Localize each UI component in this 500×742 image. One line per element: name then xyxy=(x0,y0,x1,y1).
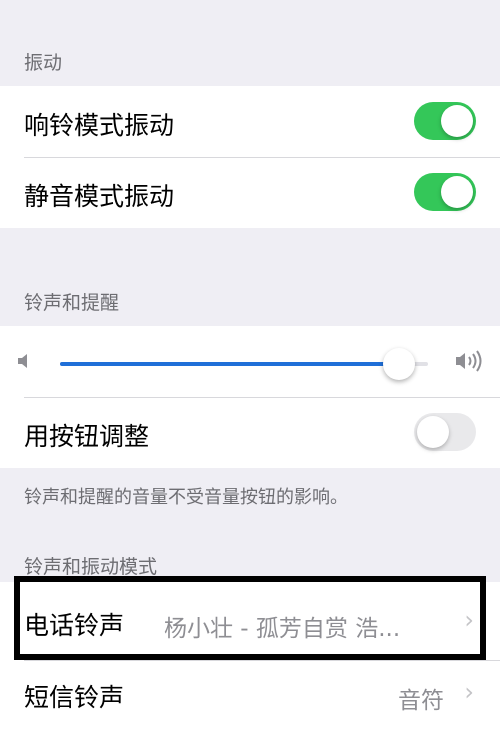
silent-vibrate-row[interactable]: 静音模式振动 xyxy=(0,157,500,228)
ringer-footer-note: 铃声和提醒的音量不受音量按钮的影响。 xyxy=(24,487,348,508)
ringer-group: 用按钮调整 xyxy=(0,326,500,468)
toggle-knob xyxy=(441,176,473,208)
text-tone-label: 短信铃声 xyxy=(24,683,125,712)
chevron-right-icon: › xyxy=(464,678,474,706)
section-header-patterns: 铃声和振动模式 xyxy=(24,556,158,578)
volume-slider-thumb[interactable] xyxy=(382,348,415,380)
text-tone-row[interactable]: 短信铃声 音符 › xyxy=(0,660,500,736)
adjust-buttons-toggle[interactable] xyxy=(414,413,476,451)
speaker-low-icon xyxy=(18,354,27,368)
section-header-vibration: 振动 xyxy=(24,52,63,74)
section-header-ringer: 铃声和提醒 xyxy=(24,292,120,314)
ring-vibrate-toggle[interactable] xyxy=(414,102,476,140)
speaker-high-icon xyxy=(456,350,482,372)
highlight-box xyxy=(14,576,486,660)
silent-vibrate-label: 静音模式振动 xyxy=(24,182,175,211)
volume-slider[interactable] xyxy=(60,348,428,380)
ring-vibrate-row[interactable]: 响铃模式振动 xyxy=(0,86,500,157)
volume-slider-fill xyxy=(60,362,399,366)
text-tone-value: 音符 xyxy=(398,688,444,714)
adjust-buttons-label: 用按钮调整 xyxy=(24,422,150,451)
volume-row xyxy=(0,326,500,397)
silent-vibrate-toggle[interactable] xyxy=(414,173,476,211)
toggle-knob xyxy=(441,105,473,137)
ring-vibrate-label: 响铃模式振动 xyxy=(24,111,175,140)
toggle-knob xyxy=(417,416,449,448)
adjust-buttons-row[interactable]: 用按钮调整 xyxy=(0,397,500,468)
vibration-group: 响铃模式振动 静音模式振动 xyxy=(0,86,500,228)
